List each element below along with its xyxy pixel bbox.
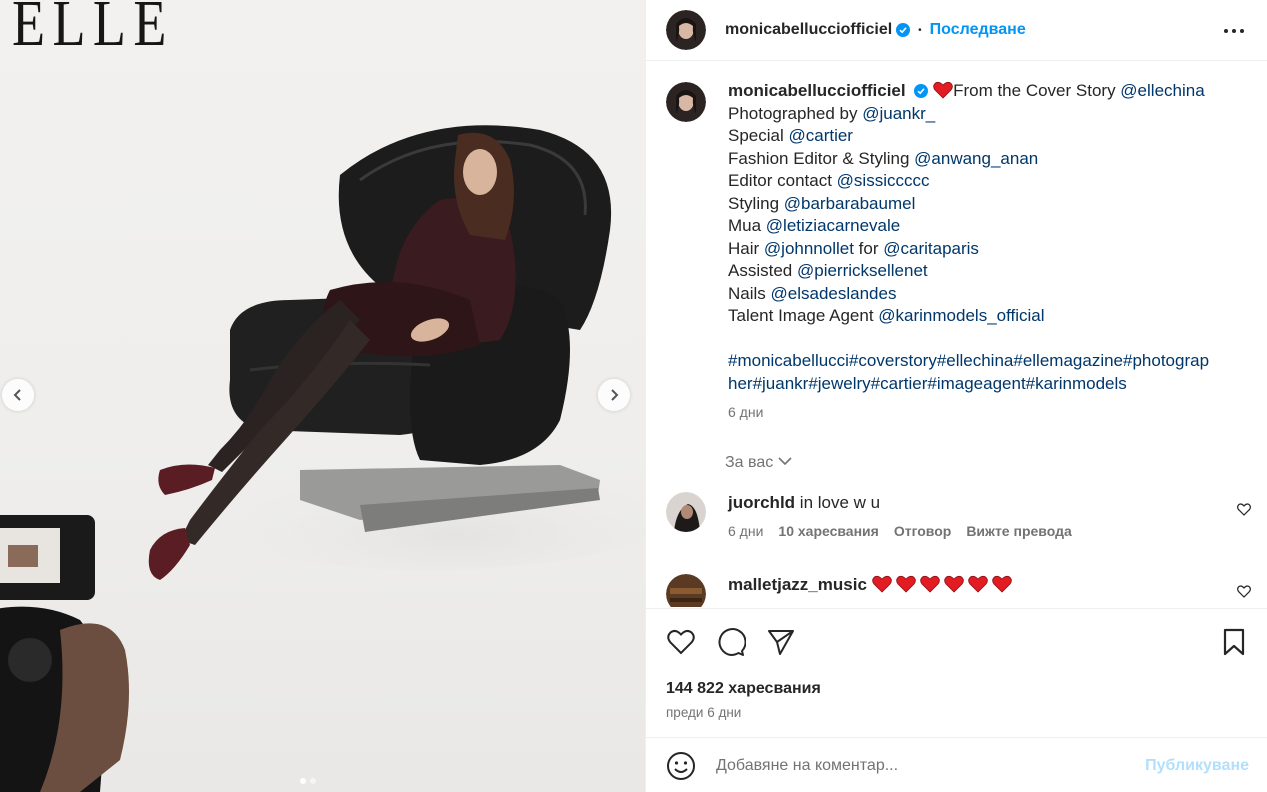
mention-link[interactable]: @karinmodels_official: [878, 306, 1044, 325]
post-header: monicabelluccioffiсiel • Последване: [646, 0, 1267, 61]
caption-text: Special: [728, 126, 789, 145]
caption-line: Styling @barbarabaumel: [728, 193, 1246, 216]
comment-time: 6 дни: [728, 523, 764, 539]
mention-link[interactable]: @johnnollet: [764, 239, 854, 258]
comment-actions: 6 дни 10 харесвания Отговор Вижте превод…: [728, 523, 1256, 539]
comment-item: malletjazz_music: [666, 574, 1256, 607]
caption-line: Photographed by @juankr_: [728, 103, 1246, 126]
caption-text: Nails: [728, 283, 771, 303]
post-actions: 144 822 харесвания преди 6 дни: [646, 608, 1267, 738]
mention-link[interactable]: @barbarabaumel: [784, 194, 916, 213]
post-caption: monicabelluccioffiсiel From the Cover St…: [666, 80, 1246, 424]
caption-text: Assisted: [728, 261, 797, 280]
like-comment-heart-icon[interactable]: [1237, 585, 1251, 598]
comment-likes-link[interactable]: 10 харесвания: [778, 523, 878, 539]
red-heart-icon: [991, 575, 1012, 593]
like-heart-icon[interactable]: [666, 627, 696, 657]
comment-text-line: malletjazz_music: [728, 574, 1256, 596]
caption-text: for: [853, 238, 884, 258]
mention-link[interactable]: @sissiccccc: [837, 171, 930, 190]
red-heart-icon: [919, 575, 940, 593]
comment-hearts: [871, 575, 1016, 594]
caption-text: From the Cover Story: [953, 81, 1121, 100]
emoji-icon[interactable]: [666, 751, 696, 781]
avatar[interactable]: [666, 10, 706, 50]
chevron-left-icon: [13, 389, 21, 401]
mention-link[interactable]: @anwang_anan: [914, 149, 1038, 168]
carousel-dot: [310, 778, 316, 784]
caption-line: Mua @letiziacarnevale: [728, 215, 1246, 238]
next-photo-button[interactable]: [598, 379, 630, 411]
share-paper-plane-icon[interactable]: [766, 627, 796, 657]
post-time: преди 6 дни: [666, 705, 742, 720]
caption-line: Assisted @pierricksellenet: [728, 260, 1246, 283]
chevron-down-icon: [778, 457, 792, 466]
verified-badge-icon: [914, 84, 929, 98]
mention-link[interactable]: @caritaparis: [883, 239, 979, 258]
caption-text: Mua: [728, 216, 766, 235]
photo-illustration: [0, 125, 645, 792]
post-side-panel: monicabelluccioffiсiel • Последване moni…: [645, 0, 1267, 792]
caption-text: Hair: [728, 238, 764, 258]
mention-link[interactable]: @juankr_: [862, 104, 935, 123]
follow-button[interactable]: Последване: [930, 21, 1026, 39]
comment-text: in love w u: [799, 493, 881, 512]
caption-line: Talent Image Agent @karinmodels_official: [728, 305, 1246, 328]
chevron-right-icon: [611, 389, 619, 401]
caption-line: Nails @elsadeslandes: [728, 283, 1246, 306]
mention-link[interactable]: @elsadeslandes: [771, 284, 897, 303]
caption-username[interactable]: monicabelluccioffiсiel: [728, 81, 906, 100]
caption-text: Styling: [728, 193, 784, 213]
avatar[interactable]: [666, 574, 706, 607]
caption-line: Fashion Editor & Styling @anwang_anan: [728, 148, 1246, 171]
hashtags-line[interactable]: #monicabellucci#coverstory#ellechina#ell…: [728, 350, 1246, 373]
add-comment-bar: Публикуване: [646, 739, 1267, 792]
header-username[interactable]: monicabelluccioffiсiel: [725, 21, 892, 39]
verified-badge-icon: [896, 23, 911, 37]
comment-input[interactable]: [716, 756, 1096, 775]
bookmark-icon[interactable]: [1219, 627, 1249, 657]
caption-line: Editor contact @sissiccccc: [728, 170, 1246, 193]
comment-username[interactable]: malletjazz_music: [728, 575, 867, 594]
comment-text-line: juorchld in love w u: [728, 492, 1256, 514]
avatar[interactable]: [666, 492, 706, 532]
red-heart-icon: [895, 575, 916, 593]
comment-username[interactable]: juorchld: [728, 493, 795, 512]
comment-bubble-icon[interactable]: [716, 627, 746, 657]
caption-line: Special @cartier: [728, 125, 1246, 148]
mention-link[interactable]: @letiziacarnevale: [766, 216, 900, 235]
mention-link[interactable]: @cartier: [788, 126, 853, 145]
likes-count[interactable]: 144 822 харесвания: [666, 680, 821, 698]
avatar[interactable]: [666, 82, 706, 122]
comment-item: juorchld in love w u 6 дни 10 харесвания…: [666, 492, 1256, 539]
see-translation-button[interactable]: Вижте превода: [966, 523, 1071, 539]
red-heart-icon: [943, 575, 964, 593]
red-heart-icon: [871, 575, 892, 593]
reply-button[interactable]: Отговор: [894, 523, 951, 539]
for-you-dropdown[interactable]: За вас: [725, 454, 793, 472]
caption-text: Photographed by: [728, 103, 863, 123]
more-horizontal-icon[interactable]: [1223, 22, 1245, 40]
caption-text: Editor contact: [728, 171, 837, 190]
caption-text: Talent Image Agent: [728, 306, 879, 325]
red-heart-icon: [933, 81, 953, 99]
post-photo[interactable]: ELLE: [0, 0, 645, 792]
carousel-dot: [300, 778, 306, 784]
caption-line: monicabelluccioffiсiel From the Cover St…: [728, 80, 1246, 103]
hashtags-line[interactable]: her#juankr#jewelry#cartier#imageagent#ka…: [728, 373, 1246, 396]
prev-photo-button[interactable]: [2, 379, 34, 411]
header-separator: •: [918, 24, 922, 36]
carousel-dots: [300, 778, 316, 784]
red-heart-icon: [967, 575, 988, 593]
caption-text: Fashion Editor & Styling: [728, 148, 915, 168]
mention-link[interactable]: @pierricksellenet: [797, 261, 928, 280]
publish-comment-button[interactable]: Публикуване: [1145, 757, 1249, 775]
comments-section[interactable]: monicabelluccioffiсiel From the Cover St…: [646, 62, 1267, 607]
for-you-label: За вас: [725, 454, 774, 471]
mention-link[interactable]: @ellechina: [1120, 81, 1204, 100]
caption-time: 6 дни: [728, 404, 764, 420]
like-comment-heart-icon[interactable]: [1237, 503, 1251, 516]
caption-line: Hair @johnnollet for @caritaparis: [728, 238, 1246, 261]
